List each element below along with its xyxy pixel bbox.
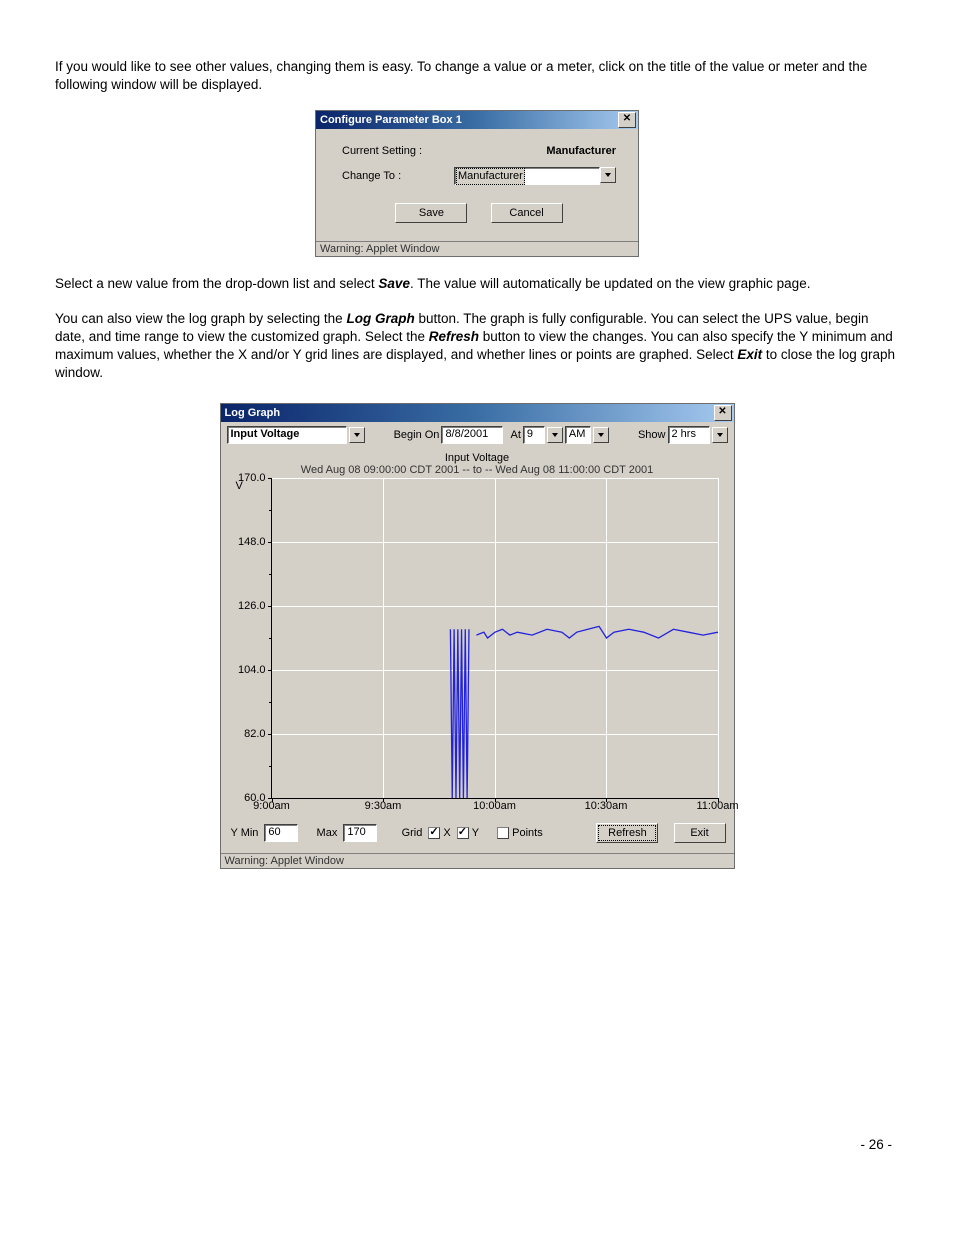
change-to-label: Change To : (342, 170, 454, 182)
x-tick-label: 10:00am (473, 800, 516, 812)
configure-statusbar: Warning: Applet Window (316, 241, 638, 256)
paragraph-3: You can also view the log graph by selec… (55, 310, 899, 383)
checkbox-icon (497, 827, 509, 839)
save-button[interactable]: Save (395, 203, 467, 223)
begin-on-input[interactable]: 8/8/2001 (441, 426, 503, 444)
close-icon[interactable]: ✕ (714, 405, 732, 421)
chart-area: Input Voltage Wed Aug 08 09:00:00 CDT 20… (221, 448, 734, 817)
x-tick-label: 9:30am (365, 800, 402, 812)
ampm-select[interactable]: AM (565, 426, 591, 444)
change-to-selected: Manufacturer (456, 168, 525, 185)
refresh-button[interactable]: Refresh (596, 823, 658, 843)
ymin-input[interactable]: 60 (264, 824, 298, 842)
x-tick-label: 10:30am (585, 800, 628, 812)
log-toolbar-bottom: Y Min 60 Max 170 Grid X Y Points Refresh… (221, 817, 734, 853)
dropdown-icon[interactable] (349, 427, 365, 443)
log-graph-titlebar[interactable]: Log Graph ✕ (221, 404, 734, 422)
configure-titlebar[interactable]: Configure Parameter Box 1 ✕ (316, 111, 638, 129)
configure-title: Configure Parameter Box 1 (320, 114, 462, 126)
begin-on-label: Begin On (394, 429, 440, 441)
chart-subtitle: Wed Aug 08 09:00:00 CDT 2001 -- to -- We… (231, 464, 724, 476)
current-setting-label: Current Setting : (342, 145, 454, 157)
log-toolbar-top: Input Voltage Begin On 8/8/2001 At 9 AM … (221, 422, 734, 448)
y-tick-label: 148.0 (238, 536, 266, 548)
exit-button[interactable]: Exit (674, 823, 726, 843)
dropdown-icon[interactable] (593, 427, 609, 443)
paragraph-1: If you would like to see other values, c… (55, 58, 899, 94)
current-setting-value: Manufacturer (454, 145, 616, 157)
y-tick-label: 126.0 (238, 600, 266, 612)
grid-y-checkbox[interactable]: Y (457, 827, 479, 839)
ymin-label: Y Min (231, 827, 259, 839)
y-tick-label: 60.0 (244, 792, 265, 804)
chart-plot: V 9:00am9:30am10:00am10:30am11:00am60.08… (271, 478, 718, 799)
page-number: - 26 - (860, 1137, 892, 1152)
close-icon[interactable]: ✕ (618, 112, 636, 128)
cancel-button[interactable]: Cancel (491, 203, 563, 223)
log-graph-title: Log Graph (225, 407, 281, 419)
grid-label: Grid (402, 827, 423, 839)
y-tick-label: 170.0 (238, 472, 266, 484)
configure-dialog: Configure Parameter Box 1 ✕ Current Sett… (315, 110, 639, 257)
log-statusbar: Warning: Applet Window (221, 853, 734, 868)
show-select[interactable]: 2 hrs (668, 426, 710, 444)
chart-title: Input Voltage (231, 452, 724, 464)
dropdown-icon[interactable] (712, 427, 728, 443)
dropdown-icon[interactable] (600, 167, 616, 183)
y-tick-label: 104.0 (238, 664, 266, 676)
dropdown-icon[interactable] (547, 427, 563, 443)
log-graph-dialog: Log Graph ✕ Input Voltage Begin On 8/8/2… (220, 403, 735, 869)
ymax-input[interactable]: 170 (343, 824, 377, 842)
checkbox-icon (457, 827, 469, 839)
checkbox-icon (428, 827, 440, 839)
parameter-select[interactable]: Input Voltage (227, 426, 347, 444)
y-tick-label: 82.0 (244, 728, 265, 740)
grid-x-checkbox[interactable]: X (428, 827, 450, 839)
ymax-label: Max (317, 827, 338, 839)
change-to-select[interactable]: Manufacturer (454, 167, 600, 185)
show-label: Show (638, 429, 666, 441)
at-hour-input[interactable]: 9 (523, 426, 545, 444)
at-label: At (511, 429, 521, 441)
x-tick-label: 11:00am (697, 800, 739, 812)
points-checkbox[interactable]: Points (497, 827, 543, 839)
paragraph-2: Select a new value from the drop-down li… (55, 275, 899, 293)
